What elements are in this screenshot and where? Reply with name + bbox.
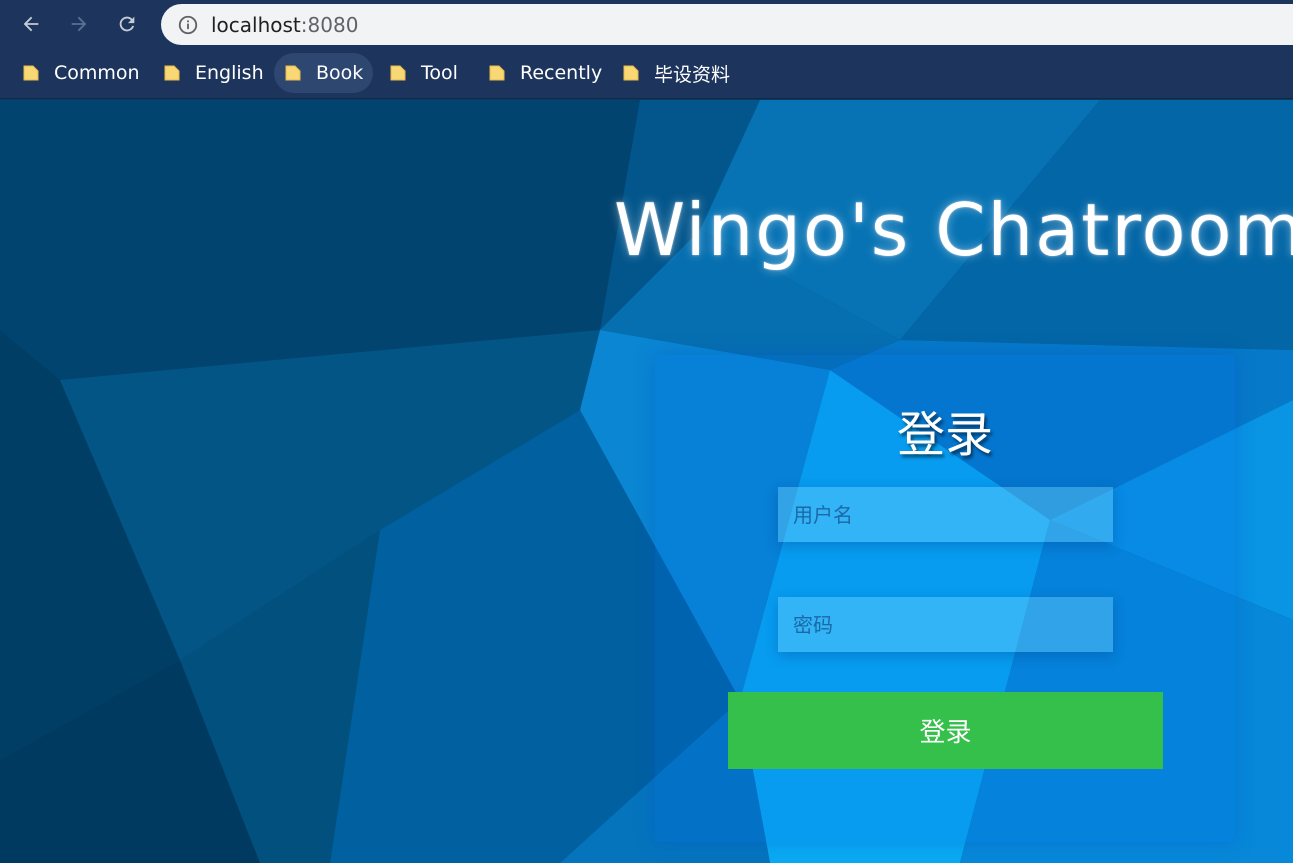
- folder-icon: [623, 65, 639, 81]
- bookmark-common[interactable]: Common: [12, 53, 150, 93]
- bookmark-label: Book: [316, 62, 364, 84]
- bookmark-label: Tool: [421, 62, 458, 84]
- bookmark-label: 毕设资料: [654, 63, 731, 86]
- page-viewport: Wingo's Chatroom 登录 登录: [0, 100, 1293, 863]
- back-button[interactable]: [16, 9, 46, 39]
- bookmark-english[interactable]: English: [153, 53, 274, 93]
- back-arrow-icon: [23, 16, 39, 32]
- browser-toolbar: localhost:8080: [0, 0, 1293, 50]
- forward-button[interactable]: [64, 9, 94, 39]
- folder-icon: [489, 65, 505, 81]
- reload-icon: [119, 16, 135, 32]
- url-host: localhost: [211, 12, 301, 37]
- login-panel: 登录 登录: [655, 355, 1235, 842]
- url-text: localhost:8080: [211, 13, 358, 37]
- url-port: :8080: [300, 12, 359, 37]
- page-title: Wingo's Chatroom: [614, 188, 1293, 272]
- bookmark-recently[interactable]: Recently: [478, 53, 612, 93]
- bookmark-label: English: [195, 62, 264, 84]
- folder-icon: [23, 65, 39, 81]
- login-heading: 登录: [896, 407, 993, 463]
- folder-icon: [164, 65, 180, 81]
- bookmark-label: Common: [54, 62, 140, 84]
- bookmark-label: Recently: [520, 62, 603, 84]
- folder-icon: [390, 65, 406, 81]
- bookmark-graduation-materials[interactable]: 毕设资料: [612, 53, 740, 93]
- bookmark-tool[interactable]: Tool: [379, 53, 468, 93]
- info-icon[interactable]: [177, 14, 199, 36]
- address-bar[interactable]: localhost:8080: [161, 4, 1293, 45]
- reload-button[interactable]: [112, 9, 142, 39]
- username-input[interactable]: [778, 487, 1113, 542]
- folder-icon: [285, 65, 301, 81]
- login-button[interactable]: 登录: [728, 692, 1163, 769]
- bookmarks-bar: Common English Book Tool Recently 毕设资料: [0, 50, 1293, 99]
- bookmark-book[interactable]: Book: [274, 53, 374, 93]
- password-input[interactable]: [778, 597, 1113, 652]
- forward-arrow-icon: [71, 16, 87, 32]
